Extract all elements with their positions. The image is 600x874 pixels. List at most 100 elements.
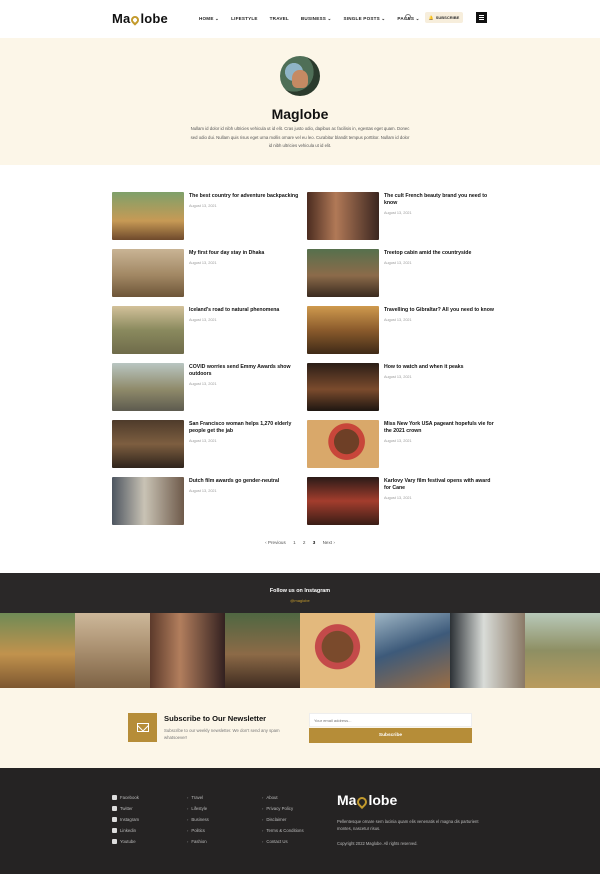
chevron-right-icon: ›: [262, 817, 264, 822]
instagram-photo[interactable]: [150, 613, 225, 688]
nav-travel[interactable]: TRAVEL: [270, 16, 289, 22]
footer-link[interactable]: › Business: [187, 814, 209, 825]
footer-link-youtube[interactable]: Youtube: [112, 836, 139, 847]
newsletter-subscribe-button[interactable]: Subscribe: [309, 728, 472, 743]
footer-link-facebook[interactable]: Facebook: [112, 792, 139, 803]
post-thumbnail[interactable]: [112, 420, 184, 468]
footer-link[interactable]: › Fashion: [187, 836, 209, 847]
author-name: Maglobe: [271, 106, 329, 122]
post-card[interactable]: San Francisco woman helps 1,270 elderly …: [112, 420, 300, 468]
post-title[interactable]: The cult French beauty brand you need to…: [384, 193, 494, 207]
post-date: August 13, 2021: [384, 211, 412, 215]
post-title[interactable]: How to watch and when it peaks: [384, 364, 494, 371]
nav-single-posts[interactable]: SINGLE POSTS ⌄: [344, 16, 386, 22]
post-card[interactable]: Iceland's road to natural phenomena Augus…: [112, 306, 300, 354]
footer-logo[interactable]: Ma lobe: [337, 792, 397, 810]
post-card[interactable]: My first four day stay in Dhaka August 13…: [112, 249, 300, 297]
footer-link[interactable]: › Disclaimer: [262, 814, 304, 825]
page: Ma lobe HOME ⌄ LIFESTYLE TRAVEL BUSINESS …: [0, 0, 600, 874]
post-date: August 13, 2021: [189, 382, 217, 386]
instagram-icon: [112, 817, 117, 822]
facebook-icon: [112, 795, 117, 800]
newsletter-title: Subscribe to Our Newsletter: [164, 714, 267, 723]
instagram-photo[interactable]: [525, 613, 600, 688]
nav-business[interactable]: BUSINESS ⌄: [301, 16, 332, 22]
post-thumbnail[interactable]: [112, 477, 184, 525]
post-date: August 13, 2021: [189, 261, 217, 265]
search-icon[interactable]: [405, 14, 411, 20]
footer-link[interactable]: › Travel: [187, 792, 209, 803]
post-thumbnail[interactable]: [307, 363, 379, 411]
nav-home[interactable]: HOME ⌄: [199, 16, 219, 22]
subscribe-button[interactable]: 🔔 SUBSCRIBE: [425, 12, 463, 23]
post-title[interactable]: COVID worries send Emmy Awards show outd…: [189, 364, 299, 378]
pagination: ‹ Previous 1 2 3 Next ›: [0, 540, 600, 545]
footer-link-twitter[interactable]: Twitter: [112, 803, 139, 814]
site-header: Ma lobe HOME ⌄ LIFESTYLE TRAVEL BUSINESS …: [0, 0, 600, 38]
footer-link[interactable]: › About: [262, 792, 304, 803]
post-thumbnail[interactable]: [112, 249, 184, 297]
post-thumbnail[interactable]: [112, 306, 184, 354]
envelope-icon: [128, 713, 157, 742]
post-card[interactable]: Dutch film awards go gender-neutral Augus…: [112, 477, 300, 525]
pagination-page[interactable]: 1: [293, 540, 296, 545]
pagination-next[interactable]: Next ›: [323, 540, 335, 545]
post-title[interactable]: Karlovy Vary film festival opens with aw…: [384, 478, 494, 492]
post-title[interactable]: Iceland's road to natural phenomena: [189, 307, 299, 314]
linkedin-icon: [112, 828, 117, 833]
post-title[interactable]: Travelling to Gibraltar? All you need to…: [384, 307, 494, 314]
post-thumbnail[interactable]: [307, 249, 379, 297]
main-nav: HOME ⌄ LIFESTYLE TRAVEL BUSINESS ⌄ SINGL…: [199, 16, 432, 22]
footer-link[interactable]: › Privacy Policy: [262, 803, 304, 814]
post-title[interactable]: Treetop cabin amid the countryside: [384, 250, 494, 257]
post-title[interactable]: The best country for adventure backpacki…: [189, 193, 299, 200]
hamburger-menu-icon[interactable]: [476, 12, 487, 23]
footer-link[interactable]: › Contact Us: [262, 836, 304, 847]
footer-link[interactable]: › Lifestyle: [187, 803, 209, 814]
post-card[interactable]: COVID worries send Emmy Awards show outd…: [112, 363, 300, 411]
instagram-photo[interactable]: [450, 613, 525, 688]
footer-link-instagram[interactable]: Instagram: [112, 814, 139, 825]
newsletter-section: [0, 688, 600, 768]
post-date: August 13, 2021: [384, 375, 412, 379]
post-title[interactable]: My first four day stay in Dhaka: [189, 250, 299, 257]
author-avatar: [280, 56, 320, 96]
post-date: August 13, 2021: [384, 261, 412, 265]
post-thumbnail[interactable]: [307, 306, 379, 354]
twitter-icon: [112, 806, 117, 811]
post-card[interactable]: Miss New York USA pageant hopefuls vie f…: [307, 420, 495, 468]
instagram-photo[interactable]: [375, 613, 450, 688]
instagram-title: Follow us on Instagram: [269, 588, 331, 594]
pagination-prev[interactable]: ‹ Previous: [265, 540, 286, 545]
footer-link[interactable]: › Terms & Conditions: [262, 825, 304, 836]
post-title[interactable]: Miss New York USA pageant hopefuls vie f…: [384, 421, 494, 435]
pagination-page[interactable]: 2: [303, 540, 306, 545]
post-thumbnail[interactable]: [112, 363, 184, 411]
instagram-handle[interactable]: @maglobe: [0, 598, 600, 603]
nav-lifestyle[interactable]: LIFESTYLE: [231, 16, 258, 22]
post-card[interactable]: Travelling to Gibraltar? All you need to…: [307, 306, 495, 354]
instagram-photo[interactable]: [225, 613, 300, 688]
newsletter-email-input[interactable]: [309, 713, 472, 727]
post-card[interactable]: Treetop cabin amid the countryside August…: [307, 249, 495, 297]
post-card[interactable]: How to watch and when it peaks August 13,…: [307, 363, 495, 411]
post-thumbnail[interactable]: [307, 420, 379, 468]
post-card[interactable]: The cult French beauty brand you need to…: [307, 192, 495, 240]
footer-link-linkedin[interactable]: Linkedin: [112, 825, 139, 836]
post-thumbnail[interactable]: [112, 192, 184, 240]
post-thumbnail[interactable]: [307, 192, 379, 240]
post-title[interactable]: Dutch film awards go gender-neutral: [189, 478, 299, 485]
instagram-photo[interactable]: [0, 613, 75, 688]
pagination-page[interactable]: 3: [313, 540, 316, 545]
logo[interactable]: Ma lobe: [112, 11, 168, 26]
post-thumbnail[interactable]: [307, 477, 379, 525]
post-date: August 13, 2021: [189, 439, 217, 443]
post-title[interactable]: San Francisco woman helps 1,270 elderly …: [189, 421, 299, 435]
post-card[interactable]: The best country for adventure backpacki…: [112, 192, 300, 240]
post-card[interactable]: Karlovy Vary film festival opens with aw…: [307, 477, 495, 525]
instagram-photo[interactable]: [300, 613, 375, 688]
instagram-photo[interactable]: [75, 613, 150, 688]
instagram-strip: [0, 613, 600, 688]
footer-link[interactable]: › Politics: [187, 825, 209, 836]
footer-copyright: Copyright 2022 Maglobe. All rights reser…: [337, 841, 418, 846]
